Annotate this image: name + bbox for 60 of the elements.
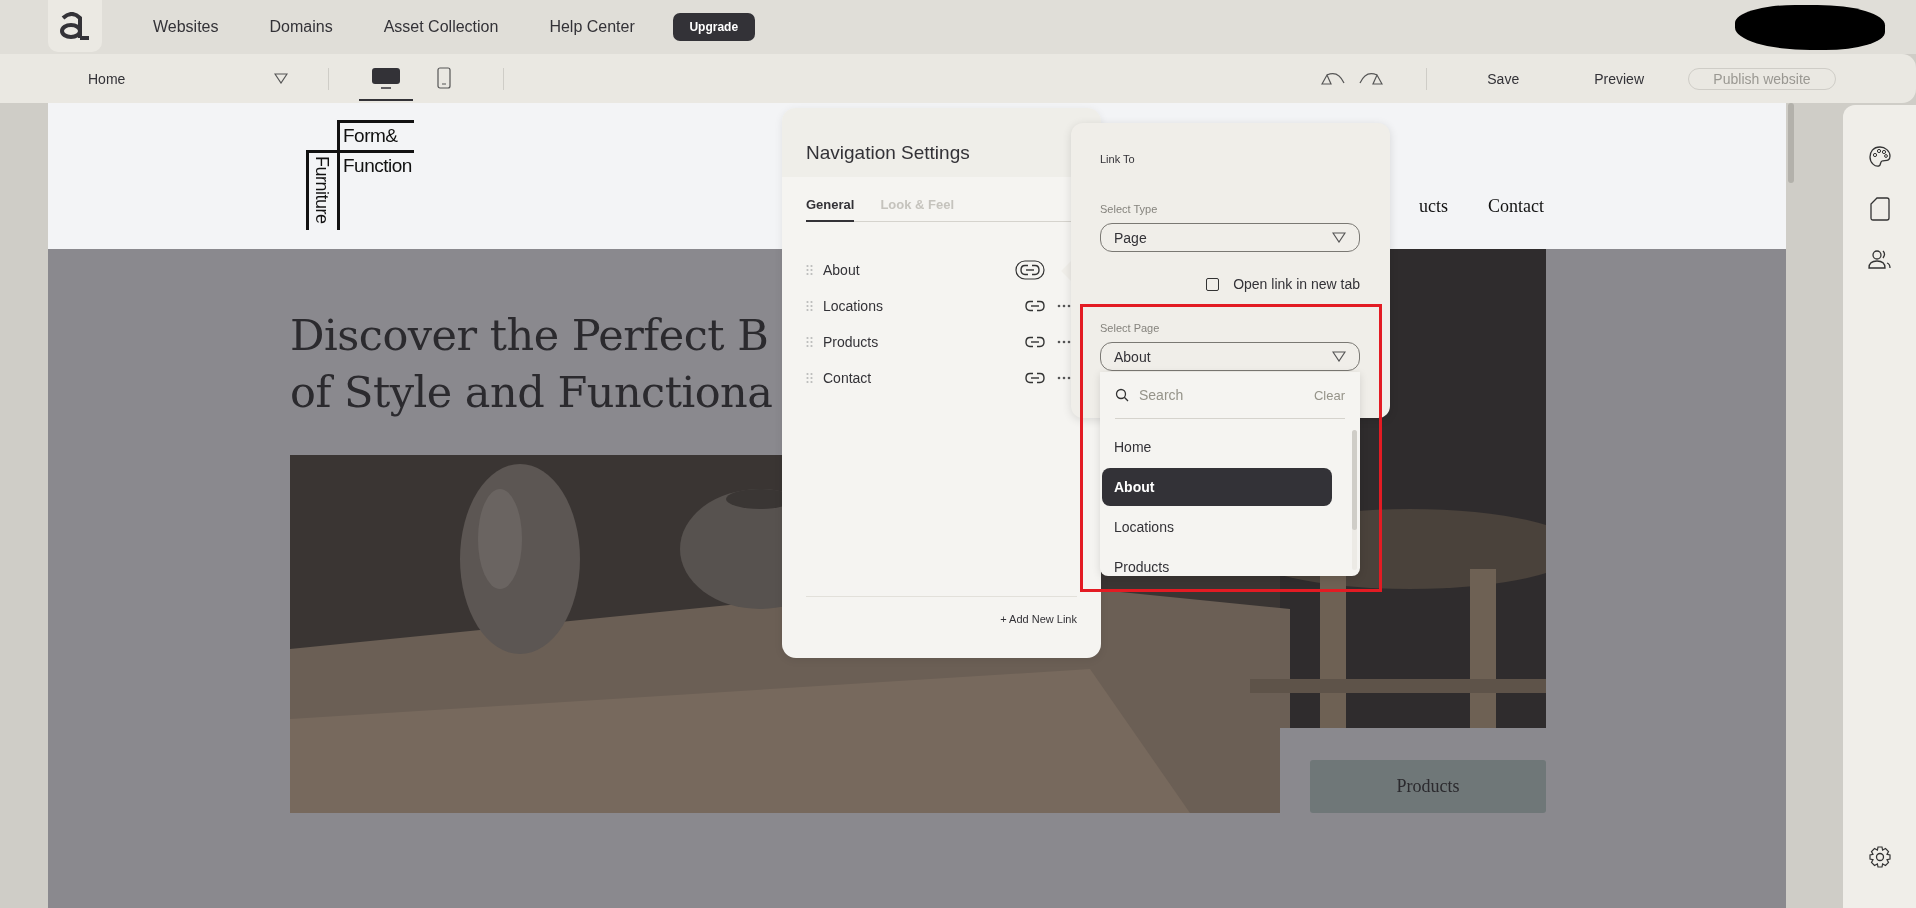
logo-icon (58, 12, 92, 40)
field-label: Select Page (1100, 322, 1161, 334)
mobile-icon (437, 66, 451, 89)
settings-icon[interactable] (1868, 846, 1891, 868)
site-nav-link[interactable]: Contact (1488, 196, 1544, 217)
page-icon[interactable] (1869, 197, 1890, 221)
dropdown-option[interactable]: About (1102, 468, 1332, 506)
link-icon[interactable] (1025, 372, 1045, 384)
panel-title: Link To (1100, 153, 1136, 165)
add-link-button[interactable]: + Add New Link (1000, 613, 1077, 625)
nav-link[interactable]: Domains (269, 18, 333, 36)
checkbox[interactable] (1206, 277, 1220, 291)
caret-icon (1332, 232, 1346, 243)
link-icon[interactable] (1025, 300, 1045, 312)
link-type-select[interactable]: Page (1100, 223, 1360, 252)
site-nav-link[interactable]: ucts (1419, 196, 1448, 217)
scrollbar[interactable] (1352, 430, 1357, 570)
dropdown-option[interactable]: Products (1102, 548, 1332, 576)
link-icon[interactable] (1025, 336, 1045, 348)
users-icon[interactable] (1867, 249, 1892, 269)
nav-item-label[interactable]: Locations (823, 298, 1025, 314)
search-field[interactable]: Search (1137, 386, 1306, 404)
drag-handle-icon[interactable] (806, 336, 813, 348)
app-logo[interactable] (48, 0, 102, 52)
tab[interactable]: General (806, 189, 855, 222)
nav-link[interactable]: Help Center (549, 18, 635, 36)
save-button[interactable]: Save (1487, 70, 1520, 87)
link-icon[interactable] (1015, 260, 1045, 280)
field-label: Select Type (1100, 203, 1159, 215)
more-icon[interactable] (1057, 376, 1071, 380)
caret-icon (274, 73, 288, 84)
more-icon[interactable] (1057, 304, 1071, 308)
logo-text: Form& (337, 120, 414, 150)
more-icon[interactable] (1057, 340, 1071, 344)
nav-item-label[interactable]: Contact (823, 370, 1025, 386)
palette-icon[interactable] (1867, 145, 1892, 169)
hero-heading: of Style and Functiona (290, 366, 773, 419)
logo-text: Function (337, 150, 414, 230)
nav-item-label[interactable]: Products (823, 334, 1025, 350)
target-page-select[interactable]: About (1100, 342, 1360, 371)
panel-title: Navigation Settings (806, 141, 970, 164)
logo-text: Furniture (306, 150, 337, 230)
upgrade-button[interactable]: Upgrade (672, 13, 755, 41)
drag-handle-icon[interactable] (806, 264, 813, 276)
dropdown-option[interactable]: Home (1102, 428, 1332, 466)
caret-icon (1332, 351, 1346, 362)
nav-link[interactable]: Websites (153, 18, 219, 36)
drag-handle-icon[interactable] (806, 372, 813, 384)
checkbox-label: Open link in new tab (1233, 276, 1360, 292)
preview-button[interactable]: Preview (1594, 70, 1644, 87)
nav-link[interactable]: Asset Collection (383, 18, 499, 36)
drag-handle-icon[interactable] (806, 300, 813, 312)
nav-item-label[interactable]: About (823, 262, 1015, 278)
search-icon (1115, 388, 1129, 402)
hero-heading: Discover the Perfect B (290, 309, 769, 362)
undo-icon[interactable] (1320, 71, 1347, 86)
dropdown-option[interactable]: Locations (1102, 508, 1332, 546)
page-selector[interactable]: Home (88, 70, 288, 87)
desktop-icon (371, 66, 401, 89)
redo-icon[interactable] (1358, 71, 1385, 86)
